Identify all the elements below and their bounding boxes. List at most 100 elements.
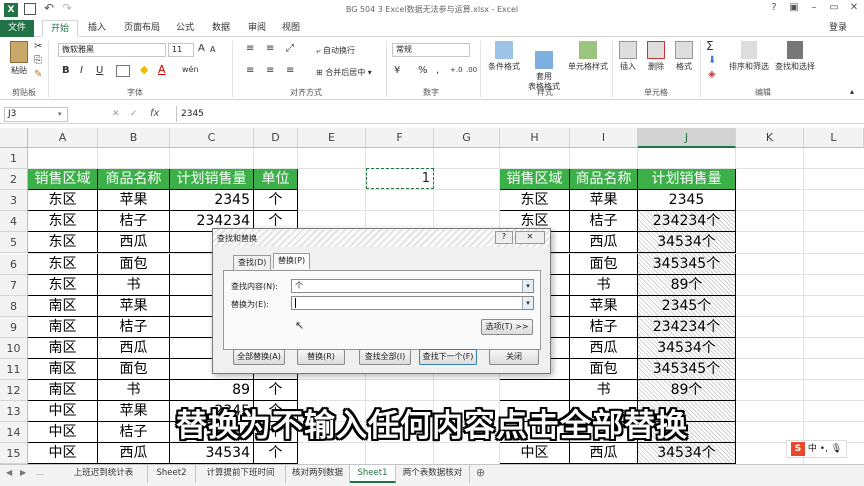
sort-filter-button[interactable]: 排序和筛选 bbox=[726, 41, 772, 72]
tab-review[interactable]: 审阅 bbox=[242, 20, 272, 37]
copied-cell-f2[interactable]: 1 bbox=[366, 168, 434, 189]
minimize-button[interactable]: – bbox=[804, 2, 824, 17]
fx-icon[interactable]: fx bbox=[150, 108, 159, 119]
paste-button[interactable]: 粘贴 bbox=[6, 41, 32, 76]
row-header-11[interactable]: 11 bbox=[0, 359, 28, 381]
left-table-cell[interactable]: 苹果 bbox=[98, 295, 170, 317]
right-table-cell[interactable]: 书 bbox=[570, 274, 638, 296]
delete-cells-button[interactable]: 删除 bbox=[644, 41, 668, 72]
right-table-cell[interactable]: 345345个 bbox=[638, 253, 736, 275]
left-table-cell[interactable]: 南区 bbox=[28, 295, 98, 317]
percent-button[interactable]: % bbox=[418, 65, 428, 76]
right-table-cell[interactable]: 34534个 bbox=[638, 443, 736, 465]
column-header-g[interactable]: G bbox=[434, 128, 500, 148]
left-table-cell[interactable]: 东区 bbox=[28, 211, 98, 233]
row-header-5[interactable]: 5 bbox=[0, 232, 28, 254]
row-header-3[interactable]: 3 bbox=[0, 190, 28, 212]
conditional-format-button[interactable]: 条件格式 bbox=[484, 41, 524, 72]
right-table-cell[interactable]: 89个 bbox=[638, 380, 736, 402]
align-center-icon[interactable]: ≡ bbox=[266, 65, 274, 76]
decrease-decimal-button[interactable]: .00 bbox=[466, 66, 477, 74]
fill-color-icon[interactable]: ◆ bbox=[140, 63, 148, 76]
right-table-header[interactable]: 商品名称 bbox=[570, 169, 638, 191]
font-color-icon[interactable]: A bbox=[158, 63, 166, 76]
row-header-1[interactable]: 1 bbox=[0, 148, 28, 170]
sheet-tab[interactable]: 核对两列数据 bbox=[286, 465, 350, 483]
left-table-cell[interactable]: 西瓜 bbox=[98, 232, 170, 254]
right-table-cell[interactable]: 234234个 bbox=[638, 211, 736, 233]
left-table-cell[interactable]: 苹果 bbox=[98, 190, 170, 212]
more-sheets-icon[interactable]: … bbox=[36, 468, 44, 477]
find-what-input[interactable]: 个 ▾ bbox=[291, 279, 534, 293]
row-header-9[interactable]: 9 bbox=[0, 316, 28, 338]
sheet-tab[interactable]: 上班迟到统计表 bbox=[60, 465, 148, 483]
merge-center-button[interactable]: ⊞ 合并后居中 ▾ bbox=[316, 67, 372, 78]
left-table-header[interactable]: 销售区域 bbox=[28, 169, 98, 191]
find-next-button[interactable]: 查找下一个(F) bbox=[419, 349, 477, 365]
left-table-cell[interactable]: 89 bbox=[170, 380, 254, 402]
row-header-2[interactable]: 2 bbox=[0, 169, 28, 191]
autosum-icon[interactable]: Σ bbox=[706, 39, 714, 53]
left-table-header[interactable]: 计划销售量 bbox=[170, 169, 254, 191]
tab-file[interactable]: 文件 bbox=[0, 20, 34, 37]
right-table-cell[interactable]: 西瓜 bbox=[570, 337, 638, 359]
right-table-cell[interactable]: 234234个 bbox=[638, 316, 736, 338]
right-table-cell[interactable]: 中区 bbox=[500, 443, 570, 465]
prev-sheet-icon[interactable]: ◀ bbox=[6, 468, 12, 477]
column-header-d[interactable]: D bbox=[254, 128, 298, 148]
replace-with-input[interactable]: ▾ bbox=[291, 296, 534, 310]
dialog-help-button[interactable]: ? bbox=[495, 231, 513, 244]
find-all-button[interactable]: 查找全部(I) bbox=[359, 349, 411, 365]
left-table-cell[interactable]: 桔子 bbox=[98, 211, 170, 233]
row-header-15[interactable]: 15 bbox=[0, 443, 28, 465]
font-size-combo[interactable]: 11 bbox=[168, 43, 194, 57]
left-table-cell[interactable]: 34534 bbox=[170, 443, 254, 465]
left-table-cell[interactable]: 南区 bbox=[28, 316, 98, 338]
left-table-cell[interactable]: 个 bbox=[254, 443, 298, 465]
close-button[interactable]: ✕ bbox=[844, 2, 864, 17]
right-table-cell[interactable]: 西瓜 bbox=[570, 232, 638, 254]
column-header-a[interactable]: A bbox=[28, 128, 98, 148]
bold-button[interactable]: B bbox=[62, 65, 70, 76]
ribbon-display-button[interactable]: ▣ bbox=[784, 2, 804, 17]
shrink-font-button[interactable]: A bbox=[210, 45, 215, 54]
dialog-close-button[interactable]: 关闭 bbox=[489, 349, 539, 365]
login-link[interactable]: 登录 bbox=[820, 20, 856, 37]
grow-font-button[interactable]: A bbox=[198, 43, 205, 54]
left-table-cell[interactable]: 东区 bbox=[28, 190, 98, 212]
left-table-cell[interactable]: 东区 bbox=[28, 274, 98, 296]
align-top-icon[interactable]: ≡ bbox=[246, 43, 254, 54]
right-table-cell[interactable]: 书 bbox=[570, 380, 638, 402]
wrap-text-button[interactable]: ⤶ 自动换行 bbox=[316, 45, 355, 56]
tab-page-layout[interactable]: 页面布局 bbox=[118, 20, 166, 37]
left-table-cell[interactable]: 南区 bbox=[28, 359, 98, 381]
enter-icon[interactable]: ✓ bbox=[130, 109, 138, 119]
right-table-cell[interactable]: 苹果 bbox=[570, 190, 638, 212]
left-table-cell[interactable]: 南区 bbox=[28, 337, 98, 359]
left-table-cell[interactable]: 个 bbox=[254, 380, 298, 402]
clear-icon[interactable]: ◈ bbox=[708, 69, 716, 80]
sheet-tab[interactable]: 计算提前下班时间 bbox=[196, 465, 286, 483]
sheet-tab[interactable]: 两个表数据核对 bbox=[396, 465, 470, 483]
currency-button[interactable]: ¥ bbox=[394, 65, 400, 76]
tab-replace[interactable]: 替换(P) bbox=[273, 253, 311, 269]
row-header-6[interactable]: 6 bbox=[0, 253, 28, 275]
left-table-cell[interactable]: 桔子 bbox=[98, 316, 170, 338]
row-header-7[interactable]: 7 bbox=[0, 274, 28, 296]
align-right-icon[interactable]: ≡ bbox=[286, 65, 294, 76]
left-table-cell[interactable]: 中区 bbox=[28, 443, 98, 465]
replace-all-button[interactable]: 全部替换(A) bbox=[233, 349, 285, 365]
left-table-cell[interactable]: 西瓜 bbox=[98, 443, 170, 465]
left-table-cell[interactable]: 东区 bbox=[28, 232, 98, 254]
replace-button[interactable]: 替换(R) bbox=[297, 349, 345, 365]
tab-data[interactable]: 数据 bbox=[206, 20, 236, 37]
format-cells-button[interactable]: 格式 bbox=[672, 41, 696, 72]
right-table-cell[interactable]: 2345 bbox=[638, 190, 736, 212]
row-header-12[interactable]: 12 bbox=[0, 380, 28, 402]
right-table-cell[interactable]: 面包 bbox=[570, 359, 638, 381]
right-table-cell[interactable]: 西瓜 bbox=[570, 443, 638, 465]
right-table-cell[interactable]: 东区 bbox=[500, 190, 570, 212]
cut-icon[interactable]: ✂ bbox=[34, 41, 42, 52]
left-table-header[interactable]: 商品名称 bbox=[98, 169, 170, 191]
right-table-cell[interactable]: 面包 bbox=[570, 253, 638, 275]
